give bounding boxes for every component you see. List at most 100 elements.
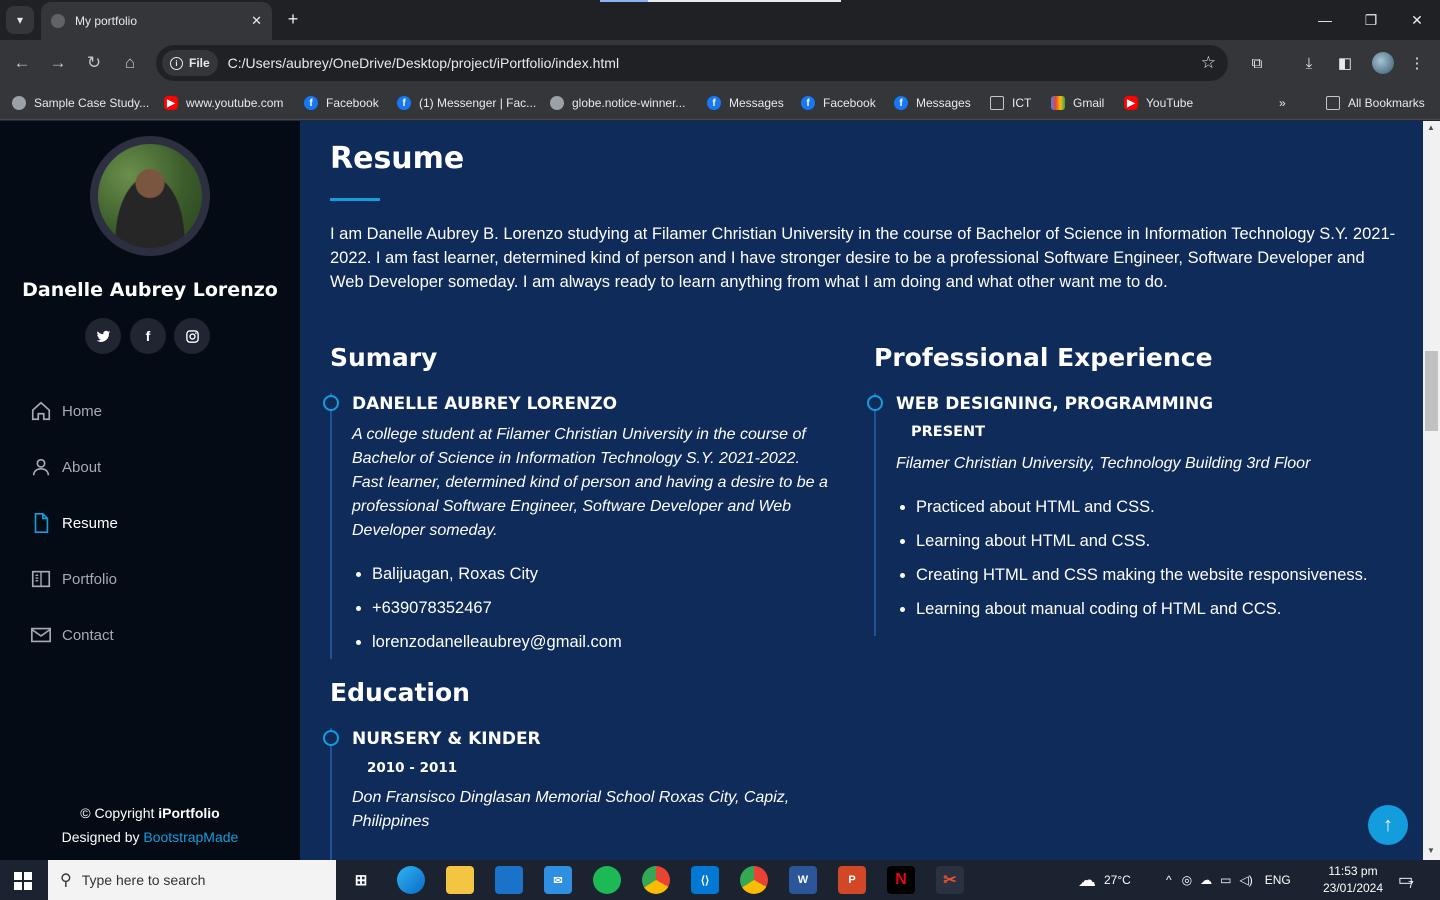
title-underline — [330, 198, 380, 201]
side-panel-icon[interactable]: ◧ — [1334, 52, 1356, 74]
extensions-puzzle-icon[interactable]: ⧉ — [1246, 52, 1268, 74]
bookmark-label: Facebook — [823, 96, 876, 110]
bookmark-folder[interactable]: ICT — [990, 93, 1031, 113]
onedrive-cloud-icon[interactable]: ☁ — [1200, 873, 1212, 887]
folder-icon — [1326, 96, 1340, 110]
download-icon[interactable]: ⤓ — [1298, 52, 1320, 74]
forward-arrow-icon[interactable]: → — [46, 51, 70, 75]
bookmark-item[interactable]: f Messages — [707, 93, 784, 113]
sidebar-item-home[interactable]: Home — [30, 383, 270, 439]
home-button-icon[interactable]: ⌂ — [118, 51, 142, 75]
meet-now-icon[interactable]: ◎ — [1182, 873, 1192, 887]
chrome-profile-icon[interactable] — [740, 866, 768, 894]
education-title: Education — [330, 678, 470, 707]
sidebar-item-portfolio[interactable]: Portfolio — [30, 551, 270, 607]
tab-search-chevron-icon[interactable]: ▾ — [6, 6, 34, 34]
bookmark-item[interactable]: Gmail — [1051, 93, 1104, 113]
taskbar-clock[interactable]: 11:53 pm 23/01/2024 — [1318, 863, 1388, 897]
powerpoint-icon[interactable]: P — [838, 866, 866, 894]
edge-icon[interactable] — [397, 866, 425, 894]
bookmark-label: Messages — [729, 96, 784, 110]
language-indicator[interactable]: ENG — [1265, 873, 1291, 887]
vscode-icon[interactable]: ⟨⟩ — [691, 866, 719, 894]
bookmark-item[interactable]: ▶ YouTube — [1124, 93, 1193, 113]
netflix-icon[interactable]: N — [887, 866, 915, 894]
scroll-thumb[interactable] — [1425, 351, 1438, 431]
taskbar-search-placeholder: Type here to search — [81, 872, 206, 888]
bookmark-item[interactable]: f Facebook — [801, 93, 876, 113]
summary-description: A college student at Filamer Christian U… — [352, 426, 828, 539]
all-bookmarks-folder[interactable]: All Bookmarks — [1326, 93, 1425, 113]
list-item[interactable]: lorenzodanelleaubrey@gmail.com — [372, 625, 830, 659]
bookmark-item[interactable]: f (1) Messenger | Fac... — [397, 93, 536, 113]
chrome-icon[interactable] — [642, 866, 670, 894]
book-icon — [31, 570, 51, 588]
weather-widget[interactable]: ☁ 27°C — [1078, 860, 1131, 900]
list-item: Learning about manual coding of HTML and… — [916, 592, 1394, 626]
back-to-top-arrow-icon[interactable]: ↑ — [1368, 805, 1408, 845]
close-tab-icon[interactable]: ✕ — [251, 13, 262, 29]
bookmark-star-icon[interactable]: ☆ — [1201, 53, 1216, 73]
facebook-icon[interactable]: f — [130, 318, 166, 354]
microsoft-store-icon[interactable] — [495, 866, 523, 894]
restore-icon[interactable]: ❐ — [1359, 8, 1383, 32]
url-text[interactable]: C:/Users/aubrey/OneDrive/Desktop/project… — [228, 55, 1201, 71]
sidebar-item-label: Resume — [62, 514, 118, 532]
browser-tab[interactable]: My portfolio ✕ — [41, 2, 272, 40]
page-scrollbar[interactable]: ▲ ▼ — [1423, 121, 1440, 860]
search-icon: ⚲ — [60, 872, 72, 889]
reload-icon[interactable]: ↻ — [82, 51, 106, 75]
bookmark-item[interactable]: f Messages — [894, 93, 971, 113]
more-bookmarks-chevron-icon[interactable]: » — [1279, 93, 1286, 113]
profile-avatar-icon[interactable] — [1372, 52, 1394, 74]
snipping-tool-icon[interactable]: ✂ — [936, 866, 964, 894]
bookmark-item[interactable]: globe.notice-winner... — [550, 93, 685, 113]
facebook-icon: f — [801, 96, 815, 110]
windows-start-icon[interactable] — [14, 872, 32, 890]
spotify-icon[interactable] — [593, 866, 621, 894]
facebook-icon: f — [894, 96, 908, 110]
instagram-icon[interactable] — [174, 318, 210, 354]
home-icon — [31, 401, 51, 421]
sidebar-item-about[interactable]: About — [30, 439, 270, 495]
network-icon[interactable]: ▭ — [1220, 873, 1231, 887]
weather-cloud-icon: ☁ — [1078, 869, 1096, 890]
minimize-icon[interactable]: — — [1313, 8, 1337, 32]
file-icon — [34, 513, 49, 533]
taskbar-search[interactable]: ⚲ Type here to search — [48, 860, 336, 900]
designer-link[interactable]: BootstrapMade — [143, 829, 238, 845]
address-bar[interactable]: i File C:/Users/aubrey/OneDrive/Desktop/… — [156, 45, 1228, 81]
page-viewport: Danelle Aubrey Lorenzo f Home About Resu… — [0, 121, 1440, 860]
task-view-icon[interactable]: ⊞ — [347, 866, 375, 894]
bookmark-item[interactable]: ▶ www.youtube.com — [164, 93, 283, 113]
scroll-up-icon[interactable]: ▲ — [1427, 123, 1435, 132]
sidebar-item-resume[interactable]: Resume — [30, 495, 270, 551]
notification-center-icon[interactable]: ▭ 7 — [1398, 860, 1414, 900]
mail-icon[interactable]: ✉ — [544, 866, 572, 894]
copyright-text: © Copyright — [80, 805, 159, 821]
close-window-icon[interactable]: ✕ — [1405, 8, 1429, 32]
bookmark-item[interactable]: f Facebook — [304, 93, 379, 113]
new-tab-plus-icon[interactable]: + — [282, 8, 304, 30]
youtube-icon: ▶ — [164, 96, 178, 110]
back-arrow-icon[interactable]: ← — [10, 51, 34, 75]
experience-timeline: WEB DESIGNING, PROGRAMMING PRESENT Filam… — [867, 393, 1394, 636]
twitter-icon[interactable] — [85, 318, 121, 354]
show-hidden-icons-chevron-icon[interactable]: ^ — [1166, 873, 1172, 887]
menu-kebab-icon[interactable]: ⋮ — [1406, 52, 1428, 74]
sidebar-item-contact[interactable]: Contact — [30, 607, 270, 663]
profile-photo — [90, 136, 210, 256]
sidebar: Danelle Aubrey Lorenzo f Home About Resu… — [0, 121, 300, 860]
site-info-chip[interactable]: i File — [162, 50, 218, 76]
facebook-icon: f — [304, 96, 318, 110]
list-item: Learning about HTML and CSS. — [916, 524, 1394, 558]
volume-icon[interactable]: ◁) — [1239, 873, 1252, 887]
bookmark-label: (1) Messenger | Fac... — [419, 96, 537, 110]
sidebar-footer: © Copyright iPortfolio Designed by Boots… — [0, 801, 300, 849]
envelope-icon — [31, 627, 51, 643]
bookmark-label: ICT — [1012, 96, 1032, 110]
word-icon[interactable]: W — [789, 866, 817, 894]
scroll-down-icon[interactable]: ▼ — [1427, 846, 1435, 855]
file-explorer-icon[interactable] — [446, 866, 474, 894]
bookmark-item[interactable]: Sample Case Study... — [12, 93, 149, 113]
